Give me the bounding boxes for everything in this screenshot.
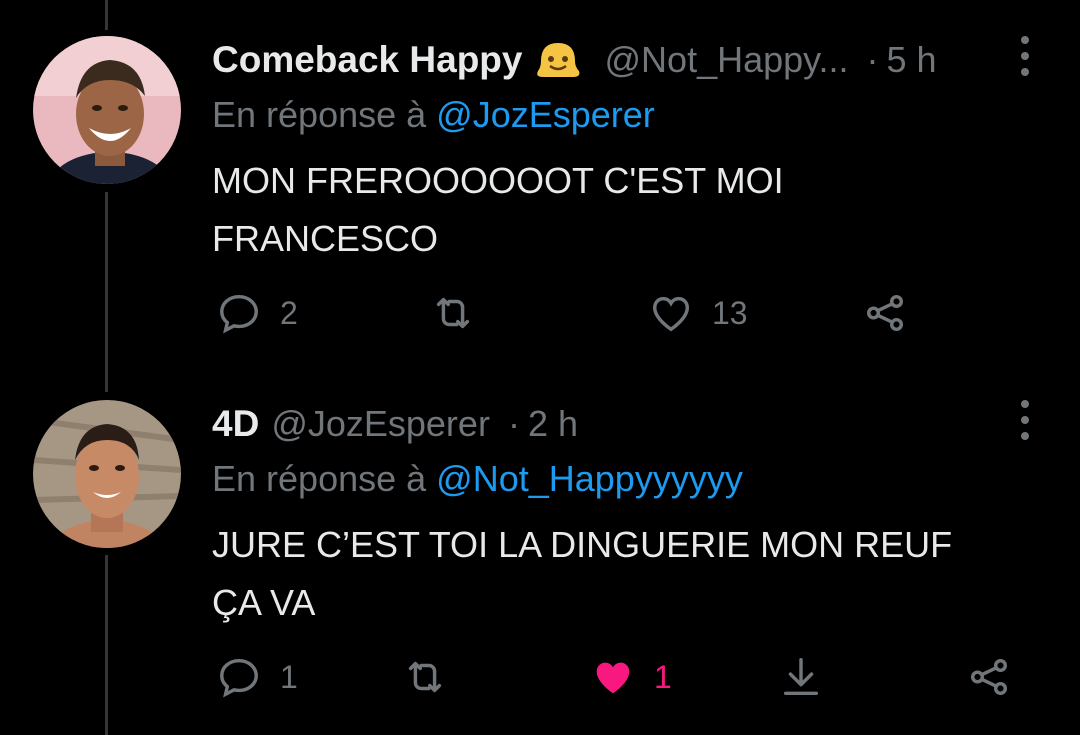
like-count: 1 xyxy=(654,658,672,695)
reply-context: En réponse à @Not_Happyyyyyy xyxy=(212,454,1040,504)
avatar-comeback-happy[interactable] xyxy=(33,36,181,184)
tweet-text-line: MON FREROOOOOOT C'EST MOI xyxy=(212,160,784,201)
timestamp[interactable]: 2 h xyxy=(528,403,578,445)
more-icon[interactable] xyxy=(1018,36,1032,76)
share-button[interactable] xyxy=(862,288,908,338)
tweet-actions: 2 13 xyxy=(212,288,1040,338)
separator-dot: · xyxy=(866,39,879,80)
download-icon xyxy=(783,658,819,696)
reply-prefix: En réponse à xyxy=(212,94,427,135)
reply-mention-link[interactable]: @JozEsperer xyxy=(436,94,655,135)
like-count: 13 xyxy=(712,294,748,331)
retweet-button[interactable] xyxy=(430,288,476,338)
share-icon xyxy=(970,658,1008,696)
tweet-actions: 1 1 xyxy=(212,652,1040,702)
tweet-2[interactable]: 4D @JozEsperer · 2 h En réponse à @Not_H… xyxy=(212,396,1040,632)
tweet-header: Comeback Happy @Not_Happy... · 5 h xyxy=(212,32,1040,88)
reply-icon xyxy=(220,658,258,698)
tweet-text-line: JURE C’EST TOI LA DINGUERIE MON REUF xyxy=(212,524,953,565)
handle[interactable]: @Not_Happy... xyxy=(605,39,849,81)
reply-context: En réponse à @JozEsperer xyxy=(212,90,1040,140)
reply-button[interactable]: 1 xyxy=(216,652,298,702)
retweet-icon xyxy=(436,297,470,329)
tweet-text: JURE C’EST TOI LA DINGUERIE MON REUF ÇA … xyxy=(212,516,1040,632)
thread-line-middle xyxy=(105,192,108,392)
avatar-4d[interactable] xyxy=(33,400,181,548)
handle[interactable]: @JozEsperer xyxy=(271,403,490,445)
download-button[interactable] xyxy=(778,652,824,702)
retweet-icon xyxy=(408,661,442,693)
tweet-text-line: ÇA VA xyxy=(212,582,316,623)
thread-line-top xyxy=(105,0,108,30)
like-button[interactable]: 13 xyxy=(648,288,748,338)
reply-count: 1 xyxy=(280,658,298,695)
reply-count: 2 xyxy=(280,294,298,331)
tweet-header: 4D @JozEsperer · 2 h xyxy=(212,396,1040,452)
like-button[interactable]: 1 xyxy=(590,652,672,702)
retweet-button[interactable] xyxy=(402,652,448,702)
tweet-text: MON FREROOOOOOT C'EST MOI FRANCESCO xyxy=(212,152,1040,268)
display-name[interactable]: Comeback Happy xyxy=(212,39,523,81)
like-icon xyxy=(652,296,690,332)
tweet-1[interactable]: Comeback Happy @Not_Happy... · 5 h En ré… xyxy=(212,32,1040,268)
display-name[interactable]: 4D xyxy=(212,403,259,445)
thread-line-bottom xyxy=(105,555,108,735)
reply-mention-link[interactable]: @Not_Happyyyyyy xyxy=(436,458,743,499)
reply-button[interactable]: 2 xyxy=(216,288,298,338)
more-icon[interactable] xyxy=(1018,400,1032,440)
tweet-text-line: FRANCESCO xyxy=(212,218,439,259)
melting-face-emoji-icon xyxy=(535,37,581,83)
share-icon xyxy=(866,294,904,332)
separator-dot: · xyxy=(507,403,520,444)
reply-icon xyxy=(220,294,258,334)
like-icon-filled xyxy=(596,662,630,694)
share-button[interactable] xyxy=(966,652,1012,702)
timestamp[interactable]: 5 h xyxy=(886,39,936,81)
reply-prefix: En réponse à xyxy=(212,458,427,499)
